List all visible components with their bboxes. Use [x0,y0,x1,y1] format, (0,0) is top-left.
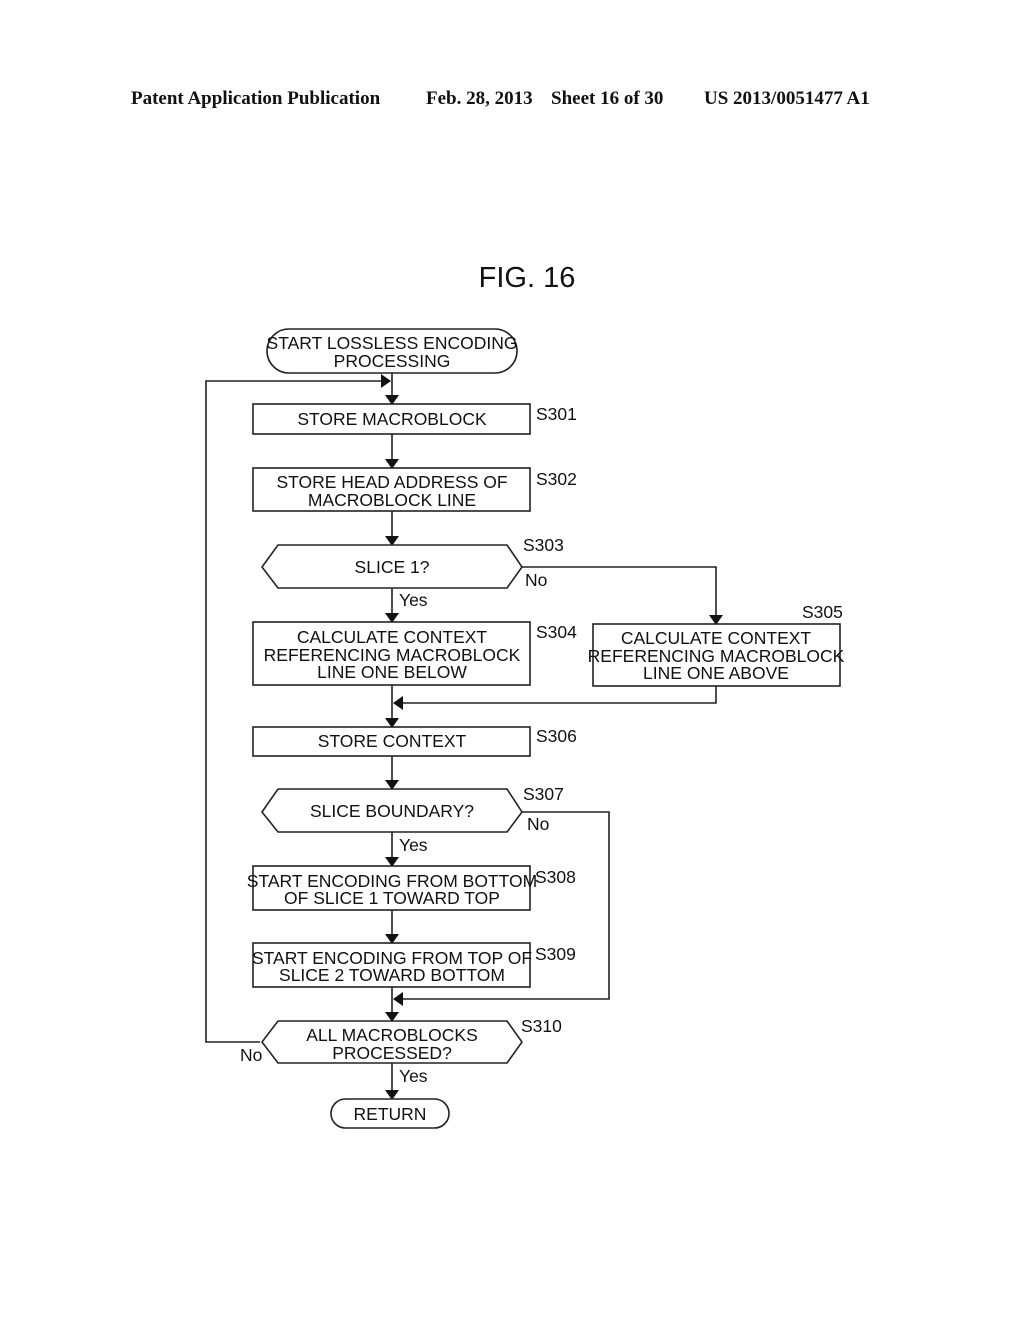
step-s304-id: S304 [536,622,577,642]
step-s302: STORE HEAD ADDRESS OF MACROBLOCK LINE S3… [252,467,577,512]
arrow-s305-merge [393,686,717,710]
step-s309: START ENCODING FROM TOP OF SLICE 2 TOWAR… [252,942,576,988]
step-s303-yes-label: Yes [399,590,428,610]
step-s310-text-2: PROCESSED? [332,1043,452,1063]
step-s307-no-label: No [527,814,549,834]
start-label-line-2: PROCESSING [334,351,451,371]
step-s310-no-label: No [240,1045,262,1065]
arrow-s303-no-to-s305 [522,566,723,625]
step-s307-yes-label: Yes [399,835,428,855]
step-s304-text-1: CALCULATE CONTEXT [297,627,488,647]
step-s308: START ENCODING FROM BOTTOM OF SLICE 1 TO… [247,865,576,911]
step-s305-text-3: LINE ONE ABOVE [643,663,789,683]
step-s309-id: S309 [535,944,576,964]
step-s307: SLICE BOUNDARY? S307 No Yes [261,784,564,855]
step-s303-no-label: No [525,570,547,590]
step-s309-text-2: SLICE 2 TOWARD BOTTOM [279,965,505,985]
step-s301-id: S301 [536,404,577,424]
step-s302-id: S302 [536,469,577,489]
step-s306: STORE CONTEXT S306 [252,726,577,757]
step-s306-id: S306 [536,726,577,746]
step-s310-text-1: ALL MACROBLOCKS [306,1025,478,1045]
step-s303-id: S303 [523,535,564,555]
step-s303-text: SLICE 1? [355,557,430,577]
step-s301-text: STORE MACROBLOCK [297,409,487,429]
step-s304: CALCULATE CONTEXT REFERENCING MACROBLOCK… [252,621,577,686]
step-s302-text-1: STORE HEAD ADDRESS OF [276,472,507,492]
step-s310: ALL MACROBLOCKS PROCESSED? S310 No Yes [240,1016,562,1086]
step-s304-text-3: LINE ONE BELOW [317,662,467,682]
step-s303: SLICE 1? S303 No Yes [261,535,564,610]
step-s308-text-2: OF SLICE 1 TOWARD TOP [284,888,500,908]
end-label: RETURN [354,1104,427,1124]
figure-title: FIG. 16 [479,262,576,294]
step-s305-id: S305 [802,602,843,622]
step-s305-text-1: CALCULATE CONTEXT [621,628,812,648]
step-s302-text-2: MACROBLOCK LINE [308,490,476,510]
step-s310-yes-label: Yes [399,1066,428,1086]
step-s306-text: STORE CONTEXT [318,731,467,751]
start-label-line-1: START LOSSLESS ENCODING [267,333,518,353]
flowchart: FIG. 16 START LOSSLESS ENCODING PROCESSI… [205,262,845,1129]
step-s307-id: S307 [523,784,564,804]
start-terminal: START LOSSLESS ENCODING PROCESSING [266,328,518,374]
step-s308-id: S308 [535,867,576,887]
end-terminal: RETURN [330,1098,450,1129]
step-s310-id: S310 [521,1016,562,1036]
step-s307-text: SLICE BOUNDARY? [310,801,474,821]
step-s301: STORE MACROBLOCK S301 [252,403,577,435]
